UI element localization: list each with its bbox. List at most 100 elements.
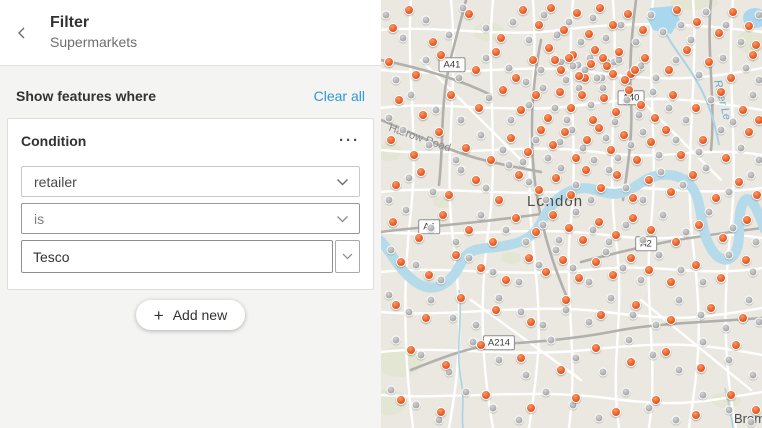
map-point-unselected[interactable] [476, 130, 486, 140]
map-point-selected[interactable] [476, 263, 486, 273]
map-point-selected[interactable] [555, 87, 565, 97]
map-point-unselected[interactable] [754, 75, 762, 85]
map-point-unselected[interactable] [471, 320, 481, 330]
map-point-unselected[interactable] [391, 75, 401, 85]
map-point-unselected[interactable] [592, 73, 602, 83]
map-point-selected[interactable] [594, 217, 604, 227]
map-point-selected[interactable] [464, 9, 474, 19]
map-point-unselected[interactable] [754, 155, 762, 165]
map-point-unselected[interactable] [464, 253, 474, 263]
map-point-unselected[interactable] [701, 7, 711, 17]
map-point-selected[interactable] [591, 257, 601, 267]
map-point-unselected[interactable] [576, 37, 586, 47]
map-point-unselected[interactable] [516, 307, 526, 317]
map-point-selected[interactable] [691, 260, 701, 270]
map-point-selected[interactable] [726, 73, 736, 83]
map-point-selected[interactable] [606, 145, 616, 155]
map-point-selected[interactable] [566, 103, 576, 113]
map-point-selected[interactable] [438, 210, 448, 220]
map-point-unselected[interactable] [736, 37, 746, 47]
map-point-selected[interactable] [436, 50, 446, 60]
map-point-selected[interactable] [424, 270, 434, 280]
map-point-unselected[interactable] [671, 415, 681, 425]
map-point-selected[interactable] [526, 403, 536, 413]
map-point-unselected[interactable] [506, 115, 516, 125]
map-point-selected[interactable] [523, 147, 533, 157]
map-point-selected[interactable] [474, 103, 484, 113]
map-point-unselected[interactable] [724, 187, 734, 197]
map-point-unselected[interactable] [754, 317, 762, 327]
map-point-selected[interactable] [619, 130, 629, 140]
map-point-selected[interactable] [691, 410, 701, 420]
map-point-unselected[interactable] [521, 77, 531, 87]
map-point-unselected[interactable] [571, 207, 581, 217]
condition-menu-button[interactable]: ··· [339, 133, 360, 148]
map-point-unselected[interactable] [754, 10, 762, 20]
map-point-selected[interactable] [461, 143, 471, 153]
map-point-unselected[interactable] [401, 205, 411, 215]
map-point-selected[interactable] [514, 170, 524, 180]
map-point-unselected[interactable] [621, 183, 631, 193]
map-point-unselected[interactable] [618, 263, 628, 273]
map-point-selected[interactable] [543, 113, 553, 123]
map-point-unselected[interactable] [636, 275, 646, 285]
map-point-selected[interactable] [494, 195, 504, 205]
map-point-selected[interactable] [626, 357, 636, 367]
map-point-selected[interactable] [556, 65, 566, 75]
map-point-unselected[interactable] [571, 180, 581, 190]
map-point-selected[interactable] [516, 105, 526, 115]
map-point-unselected[interactable] [411, 260, 421, 270]
map-point-selected[interactable] [559, 25, 569, 35]
map-point-unselected[interactable] [538, 320, 548, 330]
map-point-selected[interactable] [623, 9, 633, 19]
map-point-unselected[interactable] [598, 83, 608, 93]
map-point-selected[interactable] [738, 105, 748, 115]
map-point-selected[interactable] [578, 235, 588, 245]
map-point-unselected[interactable] [676, 265, 686, 275]
map-point-selected[interactable] [531, 227, 541, 237]
map-point-unselected[interactable] [610, 117, 620, 127]
map-point-selected[interactable] [471, 65, 481, 75]
map-point-unselected[interactable] [648, 350, 658, 360]
map-point-selected[interactable] [571, 393, 581, 403]
map-point-unselected[interactable] [674, 295, 684, 305]
map-point-unselected[interactable] [524, 177, 534, 187]
map-point-selected[interactable] [608, 270, 618, 280]
map-point-selected[interactable] [388, 217, 398, 227]
map-point-selected[interactable] [644, 175, 654, 185]
map-point-unselected[interactable] [588, 225, 598, 235]
map-point-selected[interactable] [671, 237, 681, 247]
map-point-selected[interactable] [574, 71, 584, 81]
map-point-selected[interactable] [744, 21, 754, 31]
map-point-unselected[interactable] [704, 207, 714, 217]
map-point-unselected[interactable] [456, 115, 466, 125]
map-point-unselected[interactable] [686, 35, 696, 45]
map-point-unselected[interactable] [638, 195, 648, 205]
map-point-unselected[interactable] [628, 310, 638, 320]
map-point-unselected[interactable] [518, 157, 528, 167]
map-point-unselected[interactable] [556, 163, 566, 173]
map-point-selected[interactable] [646, 225, 656, 235]
map-point-unselected[interactable] [521, 370, 531, 380]
map-point-selected[interactable] [384, 57, 394, 67]
map-point-selected[interactable] [577, 90, 587, 100]
map-point-unselected[interactable] [694, 70, 704, 80]
map-point-unselected[interactable] [426, 295, 436, 305]
map-point-unselected[interactable] [744, 295, 754, 305]
map-point-selected[interactable] [682, 45, 692, 55]
map-point-unselected[interactable] [746, 170, 756, 180]
map-point-selected[interactable] [631, 300, 641, 310]
map-point-selected[interactable] [721, 153, 731, 163]
map-point-unselected[interactable] [694, 147, 704, 157]
map-point-unselected[interactable] [648, 87, 658, 97]
map-point-selected[interactable] [751, 405, 761, 415]
map-point-selected[interactable] [511, 73, 521, 83]
map-point-unselected[interactable] [436, 275, 446, 285]
map-point-selected[interactable] [516, 353, 526, 363]
map-point-unselected[interactable] [718, 53, 728, 63]
map-point-selected[interactable] [661, 347, 671, 357]
map-point-selected[interactable] [488, 237, 498, 247]
map-point-selected[interactable] [584, 29, 594, 39]
map-point-selected[interactable] [624, 85, 634, 95]
map-point-unselected[interactable] [741, 63, 751, 73]
